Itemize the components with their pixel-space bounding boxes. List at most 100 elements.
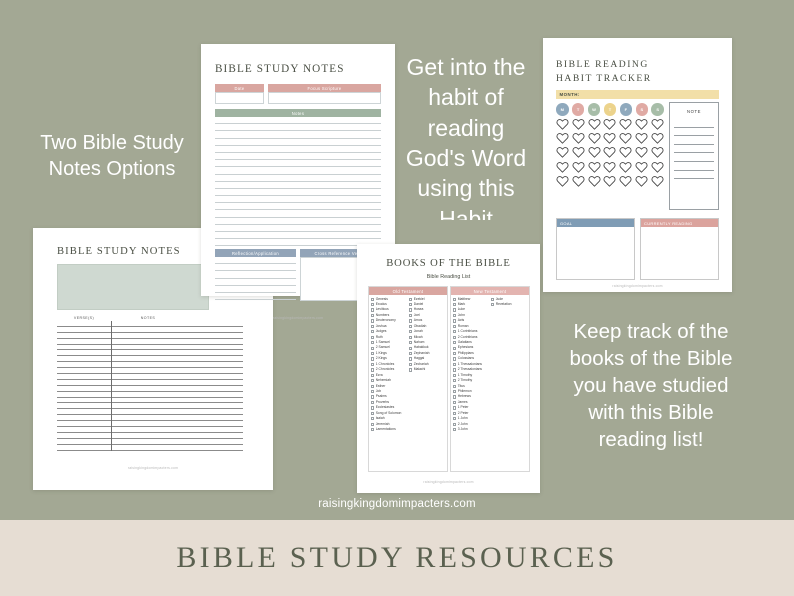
checkbox-icon[interactable] — [453, 417, 457, 421]
note-line[interactable] — [674, 119, 714, 128]
checkbox-icon[interactable] — [453, 335, 457, 339]
checkbox-icon[interactable] — [409, 346, 413, 350]
heart-icon[interactable] — [651, 175, 664, 187]
heart-icon[interactable] — [588, 175, 601, 187]
ruled-line[interactable] — [215, 218, 381, 225]
ruled-line[interactable] — [215, 146, 381, 153]
ruled-line[interactable] — [215, 271, 296, 279]
heart-icon[interactable] — [572, 146, 585, 159]
heart-icon[interactable] — [572, 118, 585, 130]
checkbox-icon[interactable] — [491, 303, 495, 307]
checkbox-icon[interactable] — [371, 357, 375, 361]
checkbox-icon[interactable] — [409, 303, 413, 307]
ruled-line[interactable] — [215, 232, 381, 240]
ruled-line[interactable] — [215, 139, 381, 146]
checkbox-icon[interactable] — [453, 400, 457, 405]
checkbox-icon[interactable] — [453, 357, 457, 361]
checkbox-icon[interactable] — [453, 346, 457, 350]
checkbox-icon[interactable] — [409, 368, 413, 372]
checkbox-icon[interactable] — [371, 400, 375, 405]
ruled-line[interactable] — [215, 279, 296, 286]
heart-icon[interactable] — [603, 132, 616, 144]
checkbox-icon[interactable] — [453, 395, 457, 399]
sheet2-ruled-lines[interactable] — [57, 321, 243, 451]
heart-icon[interactable] — [603, 118, 616, 130]
checkbox-icon[interactable] — [453, 362, 457, 367]
checkbox-icon[interactable] — [371, 417, 375, 421]
heart-icon[interactable] — [556, 118, 569, 130]
note-line[interactable] — [674, 162, 714, 171]
heart-icon[interactable] — [603, 161, 616, 173]
ruled-line[interactable] — [215, 257, 296, 265]
checkbox-icon[interactable] — [453, 341, 457, 345]
habit-note-box[interactable]: NOTE — [669, 102, 719, 210]
checkbox-icon[interactable] — [453, 411, 457, 416]
checkbox-icon[interactable] — [409, 351, 413, 356]
checkbox-icon[interactable] — [409, 319, 413, 323]
checkbox-icon[interactable] — [371, 330, 375, 334]
checkbox-icon[interactable] — [371, 335, 375, 339]
ruled-line[interactable] — [215, 182, 381, 189]
habit-currently-reading-panel[interactable]: CURRENTLY READING — [640, 218, 719, 280]
note-line[interactable] — [674, 171, 714, 180]
heart-icon[interactable] — [635, 161, 648, 173]
checkbox-icon[interactable] — [371, 373, 375, 377]
checkbox-icon[interactable] — [371, 308, 375, 312]
checkbox-icon[interactable] — [453, 303, 457, 307]
ruled-line[interactable] — [215, 210, 381, 218]
checkbox-icon[interactable] — [409, 313, 413, 318]
table-row[interactable] — [57, 445, 243, 451]
note-line[interactable] — [674, 153, 714, 162]
heart-icon[interactable] — [651, 118, 664, 130]
sheet1-date-field[interactable] — [215, 92, 264, 104]
checkbox-icon[interactable] — [371, 384, 375, 388]
heart-icon[interactable] — [588, 132, 601, 144]
heart-icon[interactable] — [588, 161, 601, 173]
heart-icon[interactable] — [651, 146, 664, 159]
checkbox-icon[interactable] — [371, 341, 375, 345]
heart-icon[interactable] — [588, 146, 601, 159]
heart-icon[interactable] — [635, 118, 648, 130]
note-line[interactable] — [674, 145, 714, 154]
checkbox-icon[interactable] — [409, 341, 413, 345]
heart-icon[interactable] — [556, 146, 569, 159]
checkbox-icon[interactable] — [371, 368, 375, 372]
checkbox-icon[interactable] — [371, 428, 375, 432]
checkbox-icon[interactable] — [371, 303, 375, 307]
ruled-line[interactable] — [215, 153, 381, 161]
checkbox-icon[interactable] — [453, 368, 457, 372]
checkbox-icon[interactable] — [371, 297, 375, 301]
sheet1-focus-scripture-field[interactable] — [268, 92, 381, 104]
heart-icon[interactable] — [619, 161, 632, 173]
habit-heart-grid[interactable] — [556, 118, 664, 189]
sheet1-notes-lines[interactable] — [215, 117, 381, 247]
ruled-line[interactable] — [215, 167, 381, 175]
ruled-line[interactable] — [215, 225, 381, 232]
book-list-item[interactable]: 3 John — [453, 427, 489, 432]
heart-icon[interactable] — [651, 161, 664, 173]
book-list-item[interactable]: Revelation — [491, 302, 527, 307]
checkbox-icon[interactable] — [371, 313, 375, 318]
habit-goal-panel[interactable]: GOAL — [556, 218, 635, 280]
heart-icon[interactable] — [572, 175, 585, 187]
checkbox-icon[interactable] — [409, 357, 413, 361]
checkbox-icon[interactable] — [453, 428, 457, 432]
checkbox-icon[interactable] — [453, 308, 457, 312]
heart-icon[interactable] — [603, 146, 616, 159]
heart-icon[interactable] — [572, 161, 585, 173]
habit-month-field[interactable]: MONTH: — [556, 90, 719, 99]
heart-icon[interactable] — [635, 132, 648, 144]
checkbox-icon[interactable] — [371, 324, 375, 329]
checkbox-icon[interactable] — [453, 319, 457, 323]
checkbox-icon[interactable] — [371, 422, 375, 426]
heart-icon[interactable] — [635, 175, 648, 187]
ruled-line[interactable] — [215, 286, 296, 293]
heart-icon[interactable] — [556, 132, 569, 144]
ruled-line[interactable] — [215, 293, 296, 301]
checkbox-icon[interactable] — [371, 406, 375, 410]
book-list-item[interactable]: Lamentations — [371, 427, 407, 432]
checkbox-icon[interactable] — [453, 330, 457, 334]
heart-icon[interactable] — [619, 175, 632, 187]
checkbox-icon[interactable] — [371, 395, 375, 399]
checkbox-icon[interactable] — [453, 351, 457, 356]
